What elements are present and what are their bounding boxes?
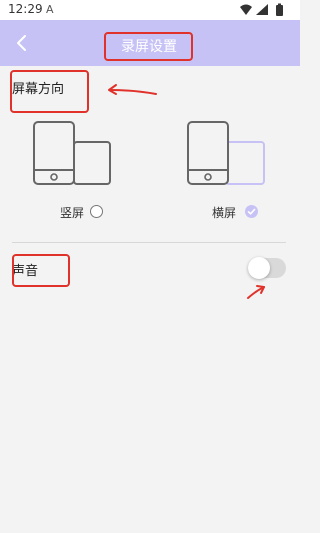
portrait-label[interactable]: 竖屏 — [60, 204, 84, 221]
check-icon — [247, 208, 256, 215]
toggle-knob — [248, 257, 270, 279]
landscape-illustration[interactable] — [186, 120, 268, 188]
sound-annotation-box — [12, 254, 70, 287]
signal-icon — [256, 4, 268, 15]
status-bar: 12:29 A — [0, 0, 300, 20]
battery-icon — [276, 5, 283, 16]
landscape-radio[interactable] — [245, 205, 258, 218]
status-icons — [240, 3, 283, 16]
landscape-label[interactable]: 横屏 — [212, 204, 236, 221]
portrait-radio[interactable] — [90, 205, 103, 218]
annotation-arrow-toggle — [247, 285, 265, 299]
back-arrow-icon[interactable] — [8, 29, 36, 57]
portrait-illustration[interactable] — [32, 120, 114, 188]
orientation-annotation-box — [10, 70, 89, 113]
annotation-arrow-orientation — [108, 84, 157, 95]
section-divider — [12, 242, 286, 243]
status-time: 12:29 — [8, 2, 43, 16]
notification-icon: A — [46, 3, 54, 16]
wifi-icon — [240, 4, 252, 15]
title-annotation-box — [104, 32, 193, 61]
sound-toggle[interactable] — [248, 257, 286, 279]
